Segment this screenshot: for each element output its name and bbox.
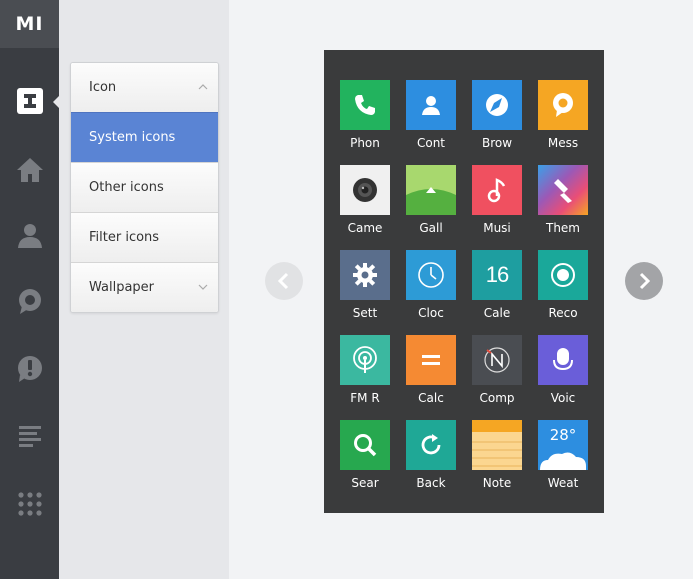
app-tile-them[interactable]: Them bbox=[538, 165, 588, 235]
app-label: FM R bbox=[350, 391, 380, 405]
menu-item-label: Other icons bbox=[89, 180, 164, 195]
chevron-left-icon bbox=[277, 272, 289, 290]
app-tile-weat[interactable]: 28° Weat bbox=[538, 420, 588, 490]
app-tile-cloc[interactable]: Cloc bbox=[406, 250, 456, 320]
music-icon bbox=[472, 165, 522, 215]
icon-category-menu: Icon System icons Other icons Filter ico… bbox=[70, 62, 219, 313]
app-label: Voic bbox=[550, 391, 576, 405]
app-label: Mess bbox=[547, 136, 579, 150]
weather-icon: 28° bbox=[538, 420, 588, 470]
app-label: Came bbox=[347, 221, 383, 235]
app-tile-fm-r[interactable]: FM R bbox=[340, 335, 390, 405]
icon-tool-icon[interactable] bbox=[0, 81, 59, 121]
menu-item-wallpaper[interactable]: Wallpaper bbox=[71, 262, 218, 312]
app-label: Phon bbox=[350, 136, 380, 150]
home-icon[interactable] bbox=[0, 150, 59, 190]
settings-icon bbox=[340, 250, 390, 300]
menu-item-label: Wallpaper bbox=[89, 280, 155, 295]
phone-icon bbox=[340, 80, 390, 130]
app-tile-sear[interactable]: Sear bbox=[340, 420, 390, 490]
app-label: Them bbox=[545, 221, 580, 235]
calendar-icon: 16 bbox=[472, 250, 522, 300]
chevron-down-icon bbox=[198, 263, 208, 312]
notes-icon bbox=[472, 420, 522, 470]
menu-item-other-icons[interactable]: Other icons bbox=[71, 162, 218, 212]
clock-icon bbox=[406, 250, 456, 300]
app-label: Calc bbox=[418, 391, 444, 405]
app-tile-mess[interactable]: Mess bbox=[538, 80, 588, 150]
voice-icon bbox=[538, 335, 588, 385]
menu-item-label: Filter icons bbox=[89, 230, 160, 245]
app-tile-cont[interactable]: Cont bbox=[406, 80, 456, 150]
app-label: Reco bbox=[548, 306, 578, 320]
list-icon[interactable] bbox=[0, 416, 59, 456]
app-tile-gall[interactable]: Gall bbox=[406, 165, 456, 235]
app-label: Comp bbox=[479, 391, 515, 405]
gallery-icon bbox=[406, 165, 456, 215]
grid-dots-icon[interactable] bbox=[0, 484, 59, 524]
chevron-right-icon bbox=[639, 272, 651, 290]
fm-radio-icon bbox=[340, 335, 390, 385]
app-tile-calc[interactable]: Calc bbox=[406, 335, 456, 405]
chat-bubble-icon[interactable] bbox=[0, 282, 59, 322]
app-tile-comp[interactable]: Comp bbox=[472, 335, 522, 405]
app-label: Musi bbox=[483, 221, 511, 235]
app-label: Cloc bbox=[418, 306, 444, 320]
app-label: Brow bbox=[481, 136, 513, 150]
app-tile-reco[interactable]: Reco bbox=[538, 250, 588, 320]
menu-item-system-icons[interactable]: System icons bbox=[71, 112, 218, 162]
app-tile-cale[interactable]: 16 Cale bbox=[472, 250, 522, 320]
app-label: Sett bbox=[352, 306, 378, 320]
backup-icon bbox=[406, 420, 456, 470]
search-icon bbox=[340, 420, 390, 470]
menu-item-label: System icons bbox=[89, 130, 176, 145]
app-label: Back bbox=[416, 476, 446, 490]
app-label: Cale bbox=[483, 306, 511, 320]
browser-icon bbox=[472, 80, 522, 130]
previous-button[interactable] bbox=[265, 262, 303, 300]
mi-logo[interactable]: MI bbox=[0, 0, 59, 48]
chevron-up-icon bbox=[198, 63, 208, 112]
messaging-icon bbox=[538, 80, 588, 130]
contacts-icon bbox=[406, 80, 456, 130]
recorder-icon bbox=[538, 250, 588, 300]
next-button[interactable] bbox=[625, 262, 663, 300]
app-label: Cont bbox=[416, 136, 446, 150]
app-tile-musi[interactable]: Musi bbox=[472, 165, 522, 235]
app-tile-came[interactable]: Came bbox=[340, 165, 390, 235]
app-tile-sett[interactable]: Sett bbox=[340, 250, 390, 320]
app-tile-brow[interactable]: Brow bbox=[472, 80, 522, 150]
app-label: Weat bbox=[547, 476, 579, 490]
app-label: Gall bbox=[419, 221, 443, 235]
menu-item-icon[interactable]: Icon bbox=[71, 63, 218, 112]
left-navbar: MI bbox=[0, 0, 59, 579]
alert-icon[interactable] bbox=[0, 349, 59, 389]
app-label: Note bbox=[482, 476, 512, 490]
app-tile-back[interactable]: Back bbox=[406, 420, 456, 490]
menu-item-label: Icon bbox=[89, 80, 117, 95]
phone-preview: Phon Cont Brow Mess Came Gall Musi Them Sett Cloc… bbox=[324, 50, 604, 513]
camera-icon bbox=[340, 165, 390, 215]
calculator-icon bbox=[406, 335, 456, 385]
user-icon[interactable] bbox=[0, 215, 59, 255]
app-tile-phon[interactable]: Phon bbox=[340, 80, 390, 150]
app-tile-voic[interactable]: Voic bbox=[538, 335, 588, 405]
compass-icon bbox=[472, 335, 522, 385]
themes-icon bbox=[538, 165, 588, 215]
app-tile-note[interactable]: Note bbox=[472, 420, 522, 490]
app-label: Sear bbox=[351, 476, 379, 490]
menu-item-filter-icons[interactable]: Filter icons bbox=[71, 212, 218, 262]
